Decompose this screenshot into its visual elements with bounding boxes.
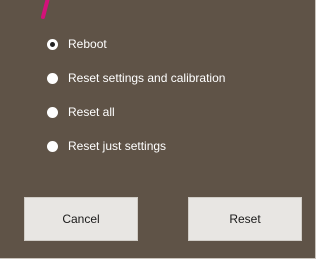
reset-button[interactable]: Reset <box>188 197 302 241</box>
option-reset-settings-and-calibration[interactable]: Reset settings and calibration <box>47 70 225 87</box>
option-label: Reset settings and calibration <box>68 71 226 85</box>
option-reset-all[interactable]: Reset all <box>47 104 225 121</box>
option-label: Reboot <box>68 37 107 51</box>
option-label: Reset just settings <box>68 139 167 153</box>
radio-button[interactable] <box>47 141 58 152</box>
reset-dialog: Reboot Reset settings and calibration Re… <box>0 0 316 259</box>
cancel-button[interactable]: Cancel <box>24 197 138 241</box>
reset-options-group: Reboot Reset settings and calibration Re… <box>47 36 225 155</box>
radio-button-selected[interactable] <box>47 39 58 50</box>
radio-button[interactable] <box>47 73 58 84</box>
pen-stroke-decoration <box>41 0 50 19</box>
radio-button[interactable] <box>47 107 58 118</box>
option-reset-just-settings[interactable]: Reset just settings <box>47 138 225 155</box>
option-reboot[interactable]: Reboot <box>47 36 225 53</box>
option-label: Reset all <box>68 105 115 119</box>
